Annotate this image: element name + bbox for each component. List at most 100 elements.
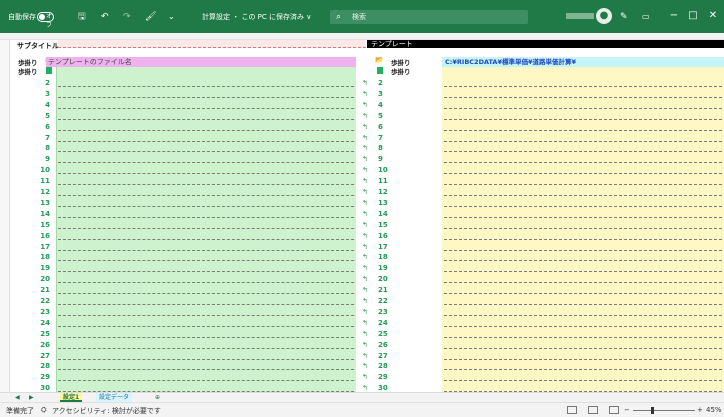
row-link-icon[interactable]: ↰ [362, 232, 368, 240]
path-row-line[interactable] [444, 238, 722, 240]
file-name-row-line[interactable] [58, 304, 354, 305]
accessibility-icon[interactable]: ⛭ [41, 406, 47, 415]
close-button[interactable]: ✕ [704, 8, 722, 24]
file-name-row-line[interactable] [58, 216, 354, 218]
row-link-icon[interactable]: ↰ [362, 275, 368, 283]
path-row-line[interactable] [444, 205, 722, 207]
avatar[interactable]: ● [596, 8, 612, 24]
path-row-line[interactable] [444, 380, 722, 382]
row-link-icon[interactable]: ↰ [362, 286, 368, 294]
undo-icon[interactable]: ↶ [101, 10, 109, 24]
file-name-row-line[interactable] [58, 369, 354, 371]
row-link-icon[interactable]: ↰ [362, 144, 368, 152]
path-area[interactable] [442, 67, 724, 392]
row-link-icon[interactable]: ↰ [362, 319, 368, 327]
file-name-row-line[interactable] [58, 86, 354, 87]
row-link-icon[interactable]: ↰ [362, 341, 368, 349]
tab-settings-data[interactable]: 設定データ [96, 393, 133, 402]
tab-nav-next[interactable]: ▶ [26, 393, 37, 402]
path-row-line[interactable] [444, 336, 722, 338]
path-row-line[interactable] [444, 314, 722, 316]
path-row-line[interactable] [444, 140, 722, 142]
accessibility-status[interactable]: アクセシビリティ: 検討が必要です [52, 406, 161, 416]
row-link-icon[interactable]: ↰ [362, 188, 368, 196]
path-row-line[interactable] [444, 260, 722, 262]
document-title[interactable]: 計算設定 ・ この PC に保存済み ∨ [202, 10, 311, 24]
account-name[interactable] [566, 13, 594, 19]
zoom-in-button[interactable]: + [697, 406, 703, 414]
row-link-icon[interactable]: ↰ [362, 166, 368, 174]
file-name-row-line[interactable] [58, 314, 354, 316]
path-row-line[interactable] [444, 249, 722, 251]
row-link-icon[interactable]: ↰ [362, 210, 368, 218]
file-name-row-line[interactable] [58, 260, 354, 262]
row-link-icon[interactable]: ↰ [362, 308, 368, 316]
folder-icon-right[interactable]: 📂 [375, 56, 384, 64]
path-row-line[interactable] [444, 358, 722, 360]
zoom-level[interactable]: 45% [706, 406, 722, 414]
row-link-icon[interactable]: ↰ [362, 243, 368, 251]
tab-nav-prev[interactable]: ◀ [12, 393, 23, 402]
zoom-slider-handle[interactable] [651, 407, 654, 414]
file-name-row-line[interactable] [58, 238, 354, 240]
row-link-icon[interactable]: ↰ [362, 264, 368, 272]
file-name-row-line[interactable] [58, 282, 354, 284]
page-break-button[interactable] [609, 406, 619, 414]
subtitle-input[interactable] [58, 40, 366, 48]
path-row-line[interactable] [444, 129, 722, 131]
normal-view-button[interactable] [567, 406, 577, 414]
row-link-icon[interactable]: ↰ [362, 90, 368, 98]
tab-settings-1[interactable]: 設定1 [60, 393, 83, 402]
quick-access-dropdown-icon[interactable]: ⌄ [168, 10, 175, 24]
row-link-icon[interactable]: ↰ [362, 112, 368, 120]
file-name-row-line[interactable] [58, 358, 354, 360]
file-name-area[interactable] [56, 67, 356, 392]
row-link-icon[interactable]: ↰ [362, 373, 368, 381]
format-icon[interactable]: 🖌 [145, 10, 156, 24]
redo-icon[interactable]: ↷ [123, 10, 131, 24]
worksheet[interactable]: サブタイトル テンプレート 歩掛り 歩掛り 📂 テンプレートのファイル名 📂 歩… [0, 40, 724, 392]
ribbon-display-icon[interactable]: ▭ [642, 10, 650, 24]
path-row-line[interactable] [444, 195, 722, 196]
row-link-icon[interactable]: ↰ [362, 253, 368, 261]
path-row-line[interactable] [444, 325, 722, 327]
pen-icon[interactable]: ✎ [620, 10, 628, 24]
row-link-icon[interactable]: ↰ [362, 297, 368, 305]
file-name-row-line[interactable] [58, 173, 354, 175]
file-name-row-line[interactable] [58, 96, 354, 98]
add-sheet-button[interactable]: ⊕ [152, 393, 163, 402]
row-link-icon[interactable]: ↰ [362, 101, 368, 109]
file-name-row-line[interactable] [58, 271, 354, 273]
path-row-line[interactable] [444, 227, 722, 229]
row-link-icon[interactable]: ↰ [362, 384, 368, 392]
file-name-row-line[interactable] [58, 325, 354, 327]
search-input[interactable]: 検索 [352, 10, 366, 24]
file-name-row-line[interactable] [58, 140, 354, 142]
path-row-line[interactable] [444, 86, 722, 87]
row-link-icon[interactable]: ↰ [362, 177, 368, 185]
row-link-icon[interactable]: ↰ [362, 123, 368, 131]
row-link-icon[interactable]: ↰ [362, 221, 368, 229]
zoom-slider[interactable] [633, 410, 695, 411]
file-name-row-line[interactable] [58, 129, 354, 131]
search-box[interactable]: ⌕ 検索 [330, 10, 528, 24]
zoom-out-button[interactable]: − [624, 406, 630, 414]
path-row-line[interactable] [444, 151, 722, 153]
row-link-icon[interactable]: ↰ [362, 79, 368, 87]
path-row-line[interactable] [444, 96, 722, 98]
file-name-row-line[interactable] [58, 205, 354, 207]
path-row-line[interactable] [444, 282, 722, 284]
excel-book-icon-right[interactable] [377, 67, 383, 74]
path-row-line[interactable] [444, 304, 722, 305]
file-name-row-line[interactable] [58, 195, 354, 196]
path-row-line[interactable] [444, 162, 722, 164]
path-row-line[interactable] [444, 369, 722, 371]
row-link-icon[interactable]: ↰ [362, 352, 368, 360]
file-name-row-line[interactable] [58, 162, 354, 164]
row-link-icon[interactable]: ↰ [362, 155, 368, 163]
row-link-icon[interactable]: ↰ [362, 362, 368, 370]
path-row-line[interactable] [444, 173, 722, 175]
file-name-row-line[interactable] [58, 107, 354, 109]
save-icon[interactable]: 🖫 [78, 10, 86, 24]
maximize-button[interactable]: □ [684, 8, 702, 24]
